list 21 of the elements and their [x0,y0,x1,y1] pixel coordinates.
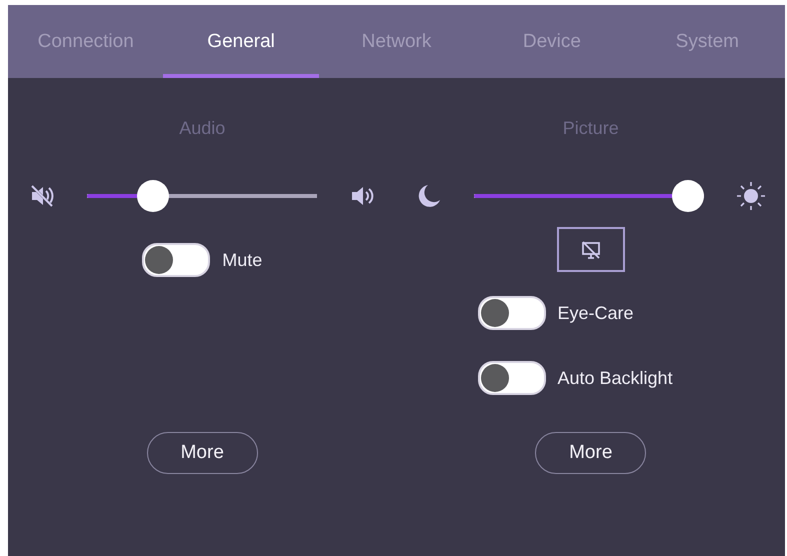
tab[interactable]: Network [318,5,474,78]
toggle-switch[interactable] [478,361,546,395]
monitor-slash-icon [580,238,602,260]
tab[interactable]: General [163,5,319,78]
section-heading: Picture [562,118,619,138]
slider-thumb[interactable] [136,180,169,212]
tab[interactable]: Connection [8,5,164,78]
toggle-switch[interactable] [142,243,210,277]
toggle-label: Mute [222,250,262,270]
section-heading: Audio [179,118,226,138]
more-button[interactable]: More [146,432,258,474]
slider-thumb[interactable] [672,180,704,212]
toggle-label: Auto Backlight [558,368,673,388]
speaker-muted-icon [29,183,56,209]
tab[interactable]: Device [474,5,630,78]
more-button[interactable]: More [535,432,646,474]
toggle-switch[interactable] [478,296,546,330]
sun-icon [736,181,766,211]
screen-off-button[interactable] [556,227,625,272]
toggle-label: Eye-Care [558,302,634,324]
tab[interactable]: System [630,5,786,78]
